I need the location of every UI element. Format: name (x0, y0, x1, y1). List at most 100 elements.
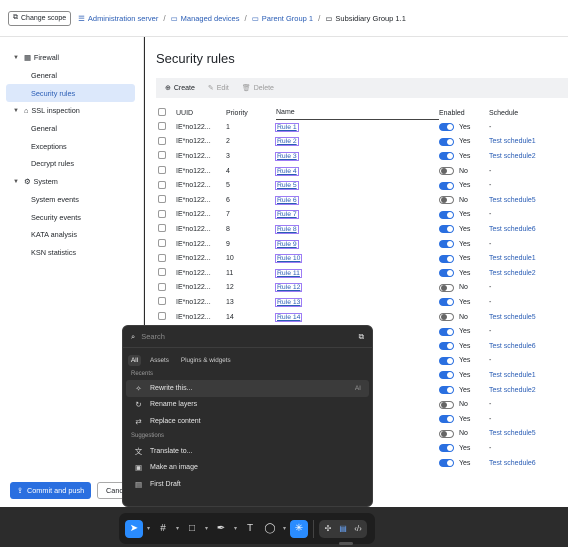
rule-name-link[interactable]: Rule 12 (274, 283, 303, 293)
table-row[interactable]: IE*no122... 5 Rule 5 Yes - (156, 178, 568, 193)
cell-schedule[interactable]: Test schedule1 (489, 138, 568, 145)
select-all-checkbox[interactable] (156, 108, 176, 118)
row-checkbox[interactable] (156, 180, 176, 191)
enabled-toggle[interactable] (439, 444, 454, 453)
dev-mode-icon[interactable]: ▤ (336, 522, 350, 536)
cell-schedule[interactable]: Test schedule5 (489, 430, 568, 437)
table-row[interactable]: IE*no122... 8 Rule 8 Yes Test schedule6 (156, 222, 568, 237)
row-checkbox[interactable] (156, 253, 176, 264)
enabled-toggle[interactable] (439, 240, 454, 249)
palette-item-first-draft[interactable]: ▤ First Draft (126, 476, 369, 493)
row-checkbox[interactable] (156, 136, 176, 147)
table-row[interactable]: IE*no122... 10 Rule 10 Yes Test schedule1 (156, 251, 568, 266)
rule-name-link[interactable]: Rule 5 (275, 181, 299, 191)
cell-schedule[interactable]: Test schedule2 (489, 270, 568, 277)
chevron-down-icon[interactable]: ▾ (145, 525, 152, 532)
enabled-toggle[interactable] (439, 429, 454, 438)
tab-plugins-widgets[interactable]: Plugins & widgets (178, 355, 234, 366)
change-scope-button[interactable]: ⧉ Change scope (8, 10, 72, 26)
cell-schedule[interactable]: Test schedule2 (489, 153, 568, 160)
rule-name-link[interactable]: Rule 9 (275, 239, 299, 249)
tab-assets[interactable]: Assets (147, 355, 172, 366)
enabled-toggle[interactable] (439, 123, 454, 132)
table-row[interactable]: IE*no122... 1 Rule 1 Yes - (156, 120, 568, 135)
palette-item-replace-content[interactable]: ⇄ Replace content (126, 413, 369, 430)
enabled-toggle[interactable] (439, 283, 454, 292)
table-row[interactable]: IE*no122... 14 Rule 14 No Test schedule5 (156, 310, 568, 325)
cell-schedule[interactable]: Test schedule6 (489, 343, 568, 350)
cell-schedule[interactable]: Test schedule1 (489, 372, 568, 379)
palette-item-translate[interactable]: 文 Translate to... (126, 443, 369, 460)
create-button[interactable]: ⊕ Create (165, 84, 195, 93)
rule-name-link[interactable]: Rule 1 (275, 122, 299, 132)
cell-schedule[interactable]: Test schedule6 (489, 460, 568, 467)
rule-name-link[interactable]: Rule 13 (274, 297, 303, 307)
rule-name-link[interactable]: Rule 8 (275, 224, 299, 234)
column-header-enabled[interactable]: Enabled (439, 110, 489, 117)
sidebar-item-decrypt-rules[interactable]: Decrypt rules (0, 155, 143, 173)
cell-schedule[interactable]: Test schedule6 (489, 226, 568, 233)
cell-schedule[interactable]: Test schedule5 (489, 197, 568, 204)
chevron-down-icon[interactable]: ▾ (281, 525, 288, 532)
sidebar-item-ksn-statistics[interactable]: KSN statistics (0, 244, 143, 262)
sidebar-group-system[interactable]: ▼ ⚙ System (0, 173, 143, 191)
palette-item-rewrite[interactable]: ✧ Rewrite this... AI (126, 380, 369, 397)
cell-schedule[interactable]: Test schedule2 (489, 387, 568, 394)
move-tool-icon[interactable]: ➤ (125, 519, 143, 538)
commit-and-push-button[interactable]: ⇪ Commit and push (10, 482, 91, 499)
enabled-toggle[interactable] (439, 356, 454, 365)
enabled-toggle[interactable] (439, 415, 454, 424)
enabled-toggle[interactable] (439, 167, 454, 176)
enabled-toggle[interactable] (439, 181, 454, 190)
cell-schedule[interactable]: Test schedule5 (489, 314, 568, 321)
comment-tool-icon[interactable]: ◯ (261, 520, 279, 538)
table-row[interactable]: IE*no122... 13 Rule 13 Yes - (156, 295, 568, 310)
row-checkbox[interactable] (156, 166, 176, 176)
sidebar-item-exceptions[interactable]: Exceptions (0, 137, 143, 155)
table-row[interactable]: IE*no122... 9 Rule 9 Yes - (156, 237, 568, 252)
rule-name-link[interactable]: Rule 14 (274, 312, 303, 322)
rule-name-link[interactable]: Rule 3 (275, 151, 299, 161)
rule-name-link[interactable]: Rule 10 (274, 254, 303, 264)
sidebar-item-security-events[interactable]: Security events (0, 208, 143, 226)
column-header-schedule[interactable]: Schedule (489, 110, 568, 117)
enabled-toggle[interactable] (439, 371, 454, 380)
table-row[interactable]: IE*no122... 2 Rule 2 Yes Test schedule1 (156, 135, 568, 150)
delete-button[interactable]: 🗑 Delete (242, 84, 274, 93)
enabled-toggle[interactable] (439, 269, 454, 278)
breadcrumb-parent-group[interactable]: ▭ Parent Group 1 (252, 14, 313, 23)
table-row[interactable]: IE*no122... 4 Rule 4 No - (156, 164, 568, 179)
design-mode-icon[interactable]: ✣ (321, 522, 335, 536)
rule-name-link[interactable]: Rule 7 (275, 210, 299, 220)
row-checkbox[interactable] (156, 297, 176, 307)
sidebar-item-system-events[interactable]: System events (0, 191, 143, 209)
enabled-toggle[interactable] (439, 225, 454, 234)
rule-name-link[interactable]: Rule 6 (275, 195, 299, 205)
sidebar-item-firewall-general[interactable]: General (0, 67, 143, 85)
row-checkbox[interactable] (156, 312, 176, 322)
palette-search[interactable]: ⌕ Search ⧉ (123, 326, 372, 348)
palette-item-make-image[interactable]: ▣ Make an image (126, 459, 369, 476)
row-checkbox[interactable] (156, 282, 176, 293)
code-mode-icon[interactable]: ‹/› (351, 522, 365, 536)
column-header-name[interactable]: Name (276, 106, 439, 120)
expand-icon[interactable]: ⧉ (359, 332, 364, 342)
table-row[interactable]: IE*no122... 3 Rule 3 Yes Test schedule2 (156, 149, 568, 164)
rule-name-link[interactable]: Rule 4 (275, 166, 299, 176)
sidebar-group-ssl-inspection[interactable]: ▼ ⌂ SSL inspection (0, 102, 143, 120)
breadcrumb-managed-devices[interactable]: ▭ Managed devices (171, 14, 240, 23)
enabled-toggle[interactable] (439, 210, 454, 219)
rule-name-link[interactable]: Rule 11 (275, 268, 302, 278)
enabled-toggle[interactable] (439, 327, 454, 336)
actions-tool-icon[interactable]: ✳ (290, 519, 308, 538)
enabled-toggle[interactable] (439, 196, 454, 205)
rectangle-tool-icon[interactable]: □ (183, 520, 201, 538)
table-row[interactable]: IE*no122... 7 Rule 7 Yes - (156, 208, 568, 223)
palette-item-rename-layers[interactable]: ↻ Rename layers (126, 397, 369, 414)
pen-tool-icon[interactable]: ✒ (212, 520, 230, 538)
frame-tool-icon[interactable]: # (154, 520, 172, 538)
enabled-toggle[interactable] (439, 137, 454, 146)
row-checkbox[interactable] (156, 195, 176, 205)
table-row[interactable]: IE*no122... 6 Rule 6 No Test schedule5 (156, 193, 568, 208)
row-checkbox[interactable] (156, 239, 176, 249)
